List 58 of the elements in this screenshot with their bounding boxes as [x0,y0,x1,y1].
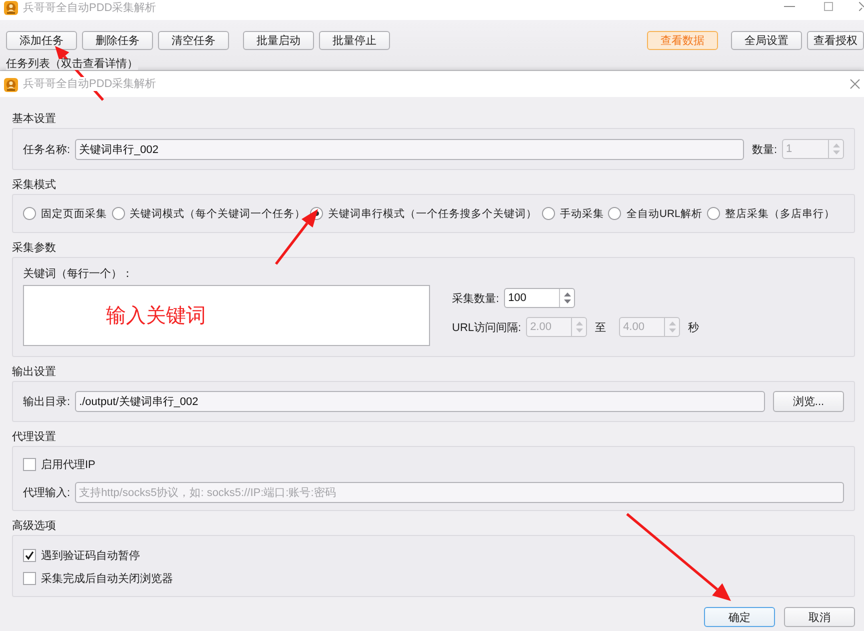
toolbar-button[interactable]: 删除任务 [82,31,153,50]
radio-label[interactable]: 关键词串行模式（一个任务搜多个关键词） [328,206,538,220]
dialog-button[interactable]: 取消 [784,607,855,627]
section-heading: 采集模式 [12,178,57,193]
section-heading: 采集参数 [12,241,57,256]
field-label: 代理输入: [23,486,70,500]
toolbar-button[interactable]: 全局设置 [731,31,802,50]
field-label: 采集数量: [452,292,500,306]
task-name-field[interactable]: 关键词串行_002 [75,138,744,160]
field-label: 关键词（每行一个）： [23,267,134,281]
annotation-text: 输入关键词 [106,304,206,329]
output-dir-field[interactable]: ./output/关键词串行_002 [75,391,765,412]
browse-button[interactable]: 浏览... [773,391,844,412]
spin-arrows-icon[interactable] [564,292,571,304]
radio-button[interactable] [706,207,720,220]
check-icon [25,550,34,560]
radio-label[interactable]: 整店采集（多店串行） [724,206,835,220]
range-separator: 至 [595,320,606,334]
toolbar-button[interactable]: 查看授权 [807,31,864,50]
close-icon[interactable] [850,79,860,89]
radio-button[interactable] [542,207,555,220]
checkbox[interactable] [23,548,36,562]
close-icon[interactable] [859,2,864,11]
annotation-arrow [274,209,318,265]
unit-label: 秒 [688,320,700,334]
toolbar-button[interactable]: 清空任务 [158,31,229,50]
dialog-title: 兵哥哥全自动PDD采集解析 [23,77,156,91]
radio-label[interactable]: 固定页面采集 [41,206,107,220]
checkbox[interactable] [23,572,36,584]
field-label: 任务名称: [23,142,70,156]
checkbox-label[interactable]: 遇到验证码自动暂停 [41,548,140,562]
section-heading: 代理设置 [12,430,57,445]
toolbar-button[interactable]: 批量启动 [243,31,314,50]
checkbox-label[interactable]: 采集完成后自动关闭浏览器 [41,570,173,586]
maximize-icon[interactable] [824,2,833,11]
section-heading: 基本设置 [12,112,57,127]
radio-button[interactable] [608,207,622,220]
window-title: 兵哥哥全自动PDD采集解析 [23,1,156,15]
radio-label[interactable]: 全自动URL解析 [626,206,702,220]
field-label: URL访问间隔: [452,320,522,334]
field-label: 数量: [752,142,777,156]
radio-button[interactable] [112,207,125,220]
field-label: 输出目录: [23,395,70,409]
dialog-button[interactable]: 确定 [704,607,775,627]
radio-label[interactable]: 手动采集 [560,206,604,220]
number-spinbox[interactable]: 100 [504,288,576,308]
checkbox[interactable] [23,458,36,470]
section-heading: 高级选项 [12,518,57,534]
app-logo-icon [4,1,18,15]
checkbox-label[interactable]: 启用代理IP [41,456,96,472]
toolbar-button[interactable]: 添加任务 [6,31,77,50]
toolbar-button[interactable]: 批量停止 [319,31,390,50]
radio-label[interactable]: 关键词模式（每个关键词一个任务） [130,206,306,220]
app-logo-icon [4,78,18,92]
keywords-textarea[interactable]: 输入关键词 [23,285,430,346]
section-heading: 输出设置 [12,365,57,380]
proxy-input-field[interactable]: 支持http/socks5协议，如: socks5://IP:端口:账号:密码 [75,482,844,503]
radio-button[interactable] [23,207,36,220]
